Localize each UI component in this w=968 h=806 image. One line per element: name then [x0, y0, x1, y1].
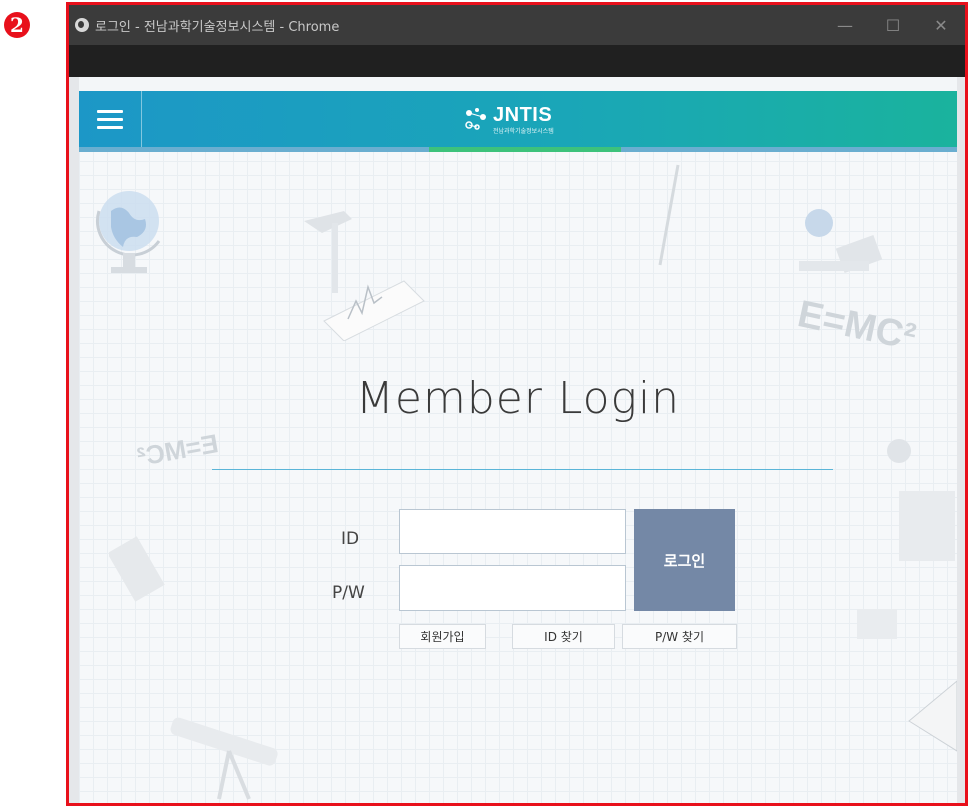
- hamburger-menu-button[interactable]: [79, 91, 142, 147]
- close-button[interactable]: ✕: [917, 5, 965, 45]
- menu-line-icon: [97, 109, 123, 113]
- tablet-illustration-icon: [908, 680, 957, 752]
- window-title: 로그인 - 전남과학기술정보시스템 - Chrome: [95, 19, 340, 35]
- window-controls: — ☐ ✕: [821, 5, 965, 45]
- password-input[interactable]: [399, 565, 626, 611]
- menu-line-icon: [97, 117, 123, 121]
- site-logo[interactable]: JNTIS 전남과학기술정보시스템: [463, 102, 554, 136]
- formula-mirrored-decoration: E=MC²: [134, 428, 221, 472]
- pen-illustration-icon: [658, 164, 680, 266]
- find-id-button[interactable]: ID 찾기: [512, 624, 615, 649]
- find-password-button[interactable]: P/W 찾기: [622, 624, 737, 649]
- menu-line-icon: [97, 125, 123, 129]
- molecule-logo-icon: [465, 108, 486, 130]
- calculator-illustration-icon: [109, 536, 165, 602]
- browser-window: 로그인 - 전남과학기술정보시스템 - Chrome — ☐ ✕ E=MC² E…: [66, 2, 968, 806]
- globe-icon: [75, 18, 89, 32]
- login-button[interactable]: 로그인: [634, 509, 735, 611]
- viewport-right-edge: [957, 77, 965, 803]
- lab-instrument-illustration-icon: [887, 439, 955, 561]
- maximize-button[interactable]: ☐: [869, 5, 917, 45]
- id-input[interactable]: [399, 509, 626, 554]
- telescope-illustration-icon: [170, 717, 278, 800]
- minimize-button[interactable]: —: [821, 5, 869, 45]
- notebook-illustration-icon: [857, 609, 897, 639]
- viewport-left-edge: [69, 77, 79, 803]
- id-label: ID: [341, 529, 360, 549]
- window-titlebar: 로그인 - 전남과학기술정보시스템 - Chrome — ☐ ✕: [69, 5, 965, 45]
- header-active-indicator: [429, 147, 621, 152]
- step-number-badge: 2: [4, 12, 30, 38]
- logo-subtitle: 전남과학기술정보시스템: [493, 127, 554, 135]
- microscope-illustration-icon: [799, 209, 883, 274]
- seismograph-illustration-icon: [304, 211, 425, 341]
- page-viewport: E=MC² E=MC² JNTIS 전남과학기술정보시스템 Member Log…: [69, 77, 965, 803]
- logo-wordmark: JNTIS: [493, 103, 553, 126]
- browser-toolbar-strip: [69, 45, 965, 77]
- signup-button[interactable]: 회원가입: [399, 624, 486, 649]
- title-divider: [212, 469, 833, 470]
- site-header: JNTIS 전남과학기술정보시스템: [79, 91, 957, 147]
- science-background: E=MC² E=MC²: [79, 91, 957, 803]
- page-title: Member Login: [355, 373, 681, 424]
- pw-label: P/W: [332, 583, 365, 603]
- globe-illustration-icon: [95, 191, 161, 273]
